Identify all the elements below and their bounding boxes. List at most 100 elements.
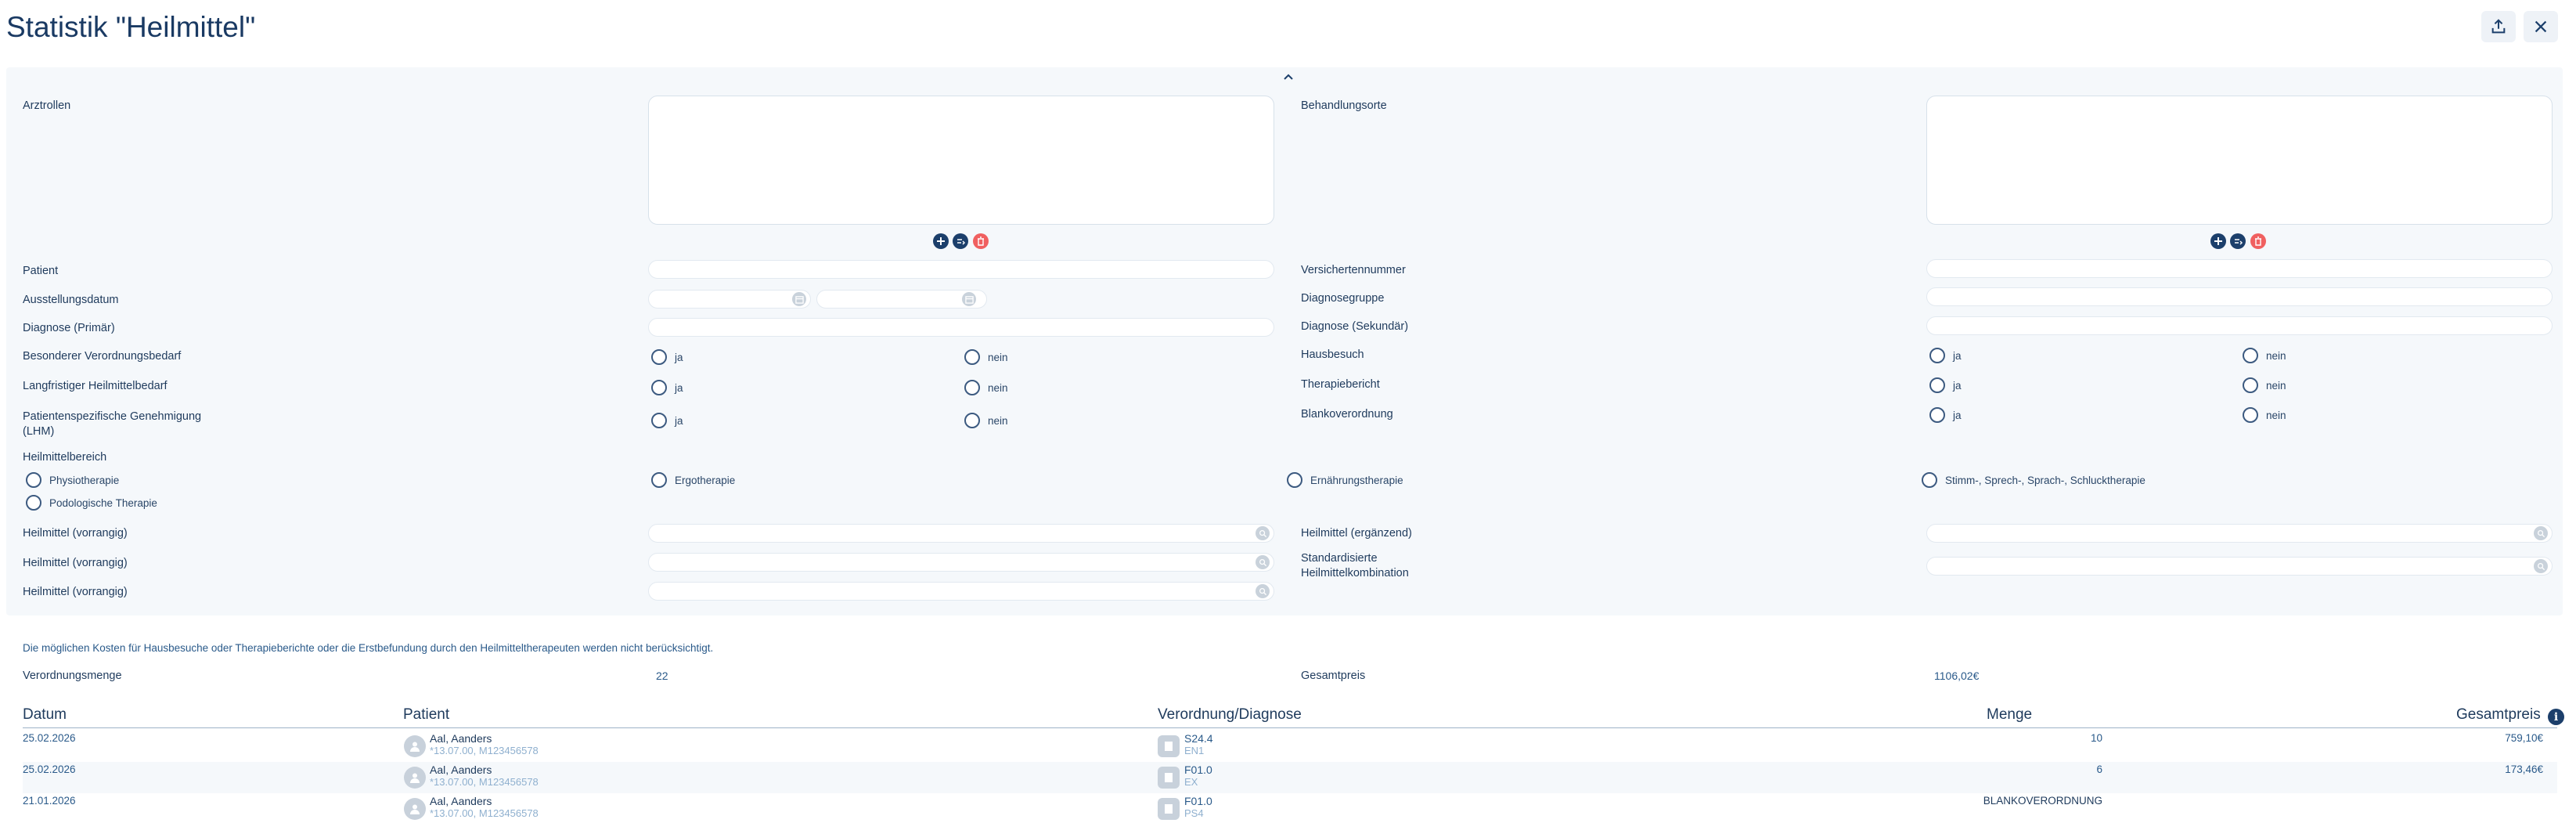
header-menge[interactable]: Menge	[1987, 706, 2032, 724]
heilmittel-vorrangig-label-3: Heilmittel (vorrangig)	[23, 586, 128, 598]
diagnose-sekundaer-input[interactable]	[1926, 316, 2553, 335]
datum-cell: 25.02.2026	[23, 732, 76, 744]
edit-arztrolle-button[interactable]	[953, 233, 968, 249]
diagnosegruppe-input[interactable]	[1926, 287, 2553, 306]
page-title: Statistik "Heilmittel"	[6, 11, 256, 43]
calendar-icon[interactable]	[962, 292, 976, 306]
patient-cell: Aal, Aanders *13.07.00, M123456578	[430, 795, 539, 819]
document-icon	[1158, 767, 1180, 789]
patient-label: Patient	[23, 265, 59, 277]
add-icon	[937, 237, 945, 245]
verordnung-cell: F01.0 EX	[1184, 763, 1212, 788]
blankoverordnung-nein-radio[interactable]: nein	[2243, 407, 2286, 423]
langfristiger-label: Langfristiger Heilmittelbedarf	[23, 380, 168, 392]
stimm-sprech-radio[interactable]: Stimm-, Sprech-, Sprach-, Schlucktherapi…	[1922, 472, 2145, 488]
menge-cell: BLANKOVERORDNUNG	[1983, 795, 2102, 807]
close-button[interactable]	[2524, 11, 2558, 42]
delete-arztrolle-button[interactable]	[973, 233, 989, 249]
diagnose-sekundaer-label: Diagnose (Sekundär)	[1301, 320, 1409, 333]
export-button[interactable]	[2481, 11, 2516, 42]
versichertennummer-label: Versichertennummer	[1301, 264, 1406, 276]
physiotherapie-radio[interactable]: Physiotherapie	[26, 472, 119, 488]
standardisierte-input[interactable]	[1926, 557, 2553, 576]
ernaehrungstherapie-radio[interactable]: Ernährungstherapie	[1287, 472, 1403, 488]
verordnungsmenge-value: 22	[656, 670, 668, 682]
search-icon[interactable]	[1256, 584, 1270, 598]
lhm-nein-radio[interactable]: nein	[964, 413, 1008, 428]
diagnosegruppe-label: Diagnosegruppe	[1301, 292, 1385, 305]
table-row[interactable]: 25.02.2026 Aal, Aanders *13.07.00, M12345…	[23, 762, 2557, 793]
info-icon[interactable]: i	[2548, 709, 2564, 725]
heilmittel-vorrangig-input-2[interactable]	[648, 553, 1274, 572]
delete-behandlungsort-button[interactable]	[2250, 233, 2266, 249]
preis-cell: 173,46€	[2505, 763, 2543, 775]
header-gesamtpreis[interactable]: Gesamtpreis	[2456, 706, 2541, 724]
blankoverordnung-ja-radio[interactable]: ja	[1929, 407, 1962, 423]
header-patient[interactable]: Patient	[403, 706, 449, 724]
search-icon[interactable]	[1256, 526, 1270, 540]
add-behandlungsort-button[interactable]	[2210, 233, 2226, 249]
behandlungsorte-list[interactable]	[1926, 96, 2553, 225]
besonderer-label: Besonderer Verordnungsbedarf	[23, 350, 182, 363]
header-datum[interactable]: Datum	[23, 706, 67, 724]
arztrollen-label: Arztrollen	[23, 99, 71, 112]
patient-cell: Aal, Aanders *13.07.00, M123456578	[430, 763, 539, 788]
menge-cell: 10	[2090, 732, 2102, 744]
edit-behandlungsort-button[interactable]	[2230, 233, 2246, 249]
menge-cell: 6	[2096, 763, 2102, 775]
podologische-therapie-radio[interactable]: Podologische Therapie	[26, 495, 157, 511]
besonderer-nein-radio[interactable]: nein	[964, 349, 1008, 365]
patient-input[interactable]	[648, 260, 1274, 279]
diagnose-primaer-label: Diagnose (Primär)	[23, 322, 115, 334]
versichertennummer-input[interactable]	[1926, 259, 2553, 278]
add-arztrolle-button[interactable]	[933, 233, 949, 249]
gesamtpreis-value: 1106,02€	[1934, 670, 1980, 682]
document-icon	[1158, 798, 1180, 820]
heilmittel-vorrangig-input-1[interactable]	[648, 524, 1274, 543]
search-icon[interactable]	[2534, 559, 2548, 573]
edit-icon	[2235, 239, 2243, 245]
export-icon	[2491, 19, 2506, 34]
besonderer-ja-radio[interactable]: ja	[651, 349, 683, 365]
heilmittel-vorrangig-input-3[interactable]	[648, 582, 1274, 601]
delete-icon	[978, 236, 984, 246]
patient-cell: Aal, Aanders *13.07.00, M123456578	[430, 732, 539, 756]
search-icon[interactable]	[2534, 526, 2548, 540]
verordnungsmenge-label: Verordnungsmenge	[23, 670, 122, 682]
behandlungsorte-label: Behandlungsorte	[1301, 99, 1387, 112]
calendar-icon[interactable]	[792, 292, 806, 306]
diagnose-primaer-input[interactable]	[648, 318, 1274, 337]
avatar-icon	[404, 798, 426, 820]
lhm-ja-radio[interactable]: ja	[651, 413, 683, 428]
datum-cell: 25.02.2026	[23, 763, 76, 775]
cost-note: Die möglichen Kosten für Hausbesuche ode…	[23, 642, 714, 654]
heilmittel-ergaenzend-label: Heilmittel (ergänzend)	[1301, 527, 1412, 540]
avatar-icon	[404, 767, 426, 789]
heilmittelbereich-label: Heilmittelbereich	[23, 451, 107, 464]
datum-cell: 21.01.2026	[23, 795, 76, 807]
hausbesuch-label: Hausbesuch	[1301, 348, 1364, 361]
langfristiger-ja-radio[interactable]: ja	[651, 380, 683, 395]
collapse-chevron-icon[interactable]	[1282, 70, 1295, 83]
header-verordnung[interactable]: Verordnung/Diagnose	[1158, 706, 1302, 724]
arztrollen-list[interactable]	[648, 96, 1274, 225]
date-from-input[interactable]	[648, 290, 811, 309]
ergotherapie-radio[interactable]: Ergotherapie	[651, 472, 735, 488]
patientenspezifische-label: Patientenspezifische Genehmigung (LHM)	[23, 410, 202, 438]
preis-cell: 759,10€	[2505, 732, 2543, 744]
therapiebericht-nein-radio[interactable]: nein	[2243, 377, 2286, 393]
ausstellungsdatum-label: Ausstellungsdatum	[23, 294, 119, 306]
table-row[interactable]: 21.01.2026 Aal, Aanders *13.07.00, M12345…	[23, 793, 2557, 823]
table-header-divider	[23, 727, 2557, 728]
therapiebericht-label: Therapiebericht	[1301, 378, 1380, 391]
avatar-icon	[404, 735, 426, 757]
verordnung-cell: F01.0 PS4	[1184, 795, 1212, 819]
table-row[interactable]: 25.02.2026 Aal, Aanders *13.07.00, M12345…	[23, 731, 2557, 762]
search-icon[interactable]	[1256, 555, 1270, 569]
hausbesuch-ja-radio[interactable]: ja	[1929, 348, 1962, 363]
therapiebericht-ja-radio[interactable]: ja	[1929, 377, 1962, 393]
hausbesuch-nein-radio[interactable]: nein	[2243, 348, 2286, 363]
heilmittel-ergaenzend-input[interactable]	[1926, 524, 2553, 543]
add-icon	[2214, 237, 2222, 245]
langfristiger-nein-radio[interactable]: nein	[964, 380, 1008, 395]
